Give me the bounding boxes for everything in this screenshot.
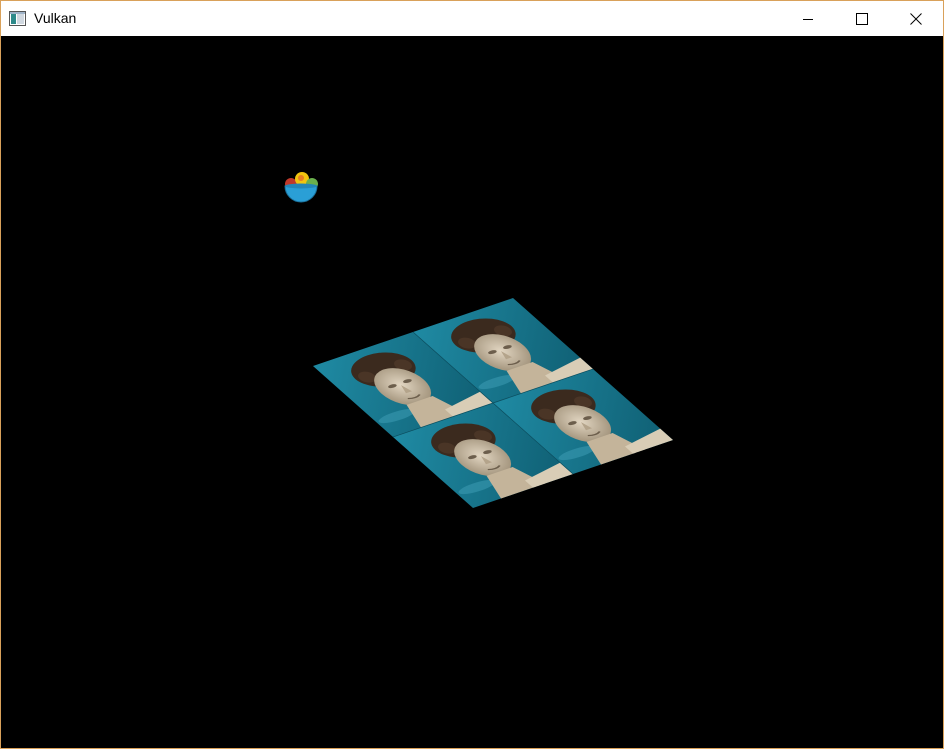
vulkan-window: Vulkan: [0, 0, 944, 749]
minimize-icon: [803, 18, 813, 20]
close-button[interactable]: [889, 1, 943, 36]
window-controls: [781, 1, 943, 36]
textured-plane: [312, 297, 674, 509]
maximize-button[interactable]: [835, 1, 889, 36]
maximize-icon: [856, 12, 868, 25]
app-icon: [9, 10, 27, 27]
title-bar[interactable]: Vulkan: [1, 1, 943, 36]
render-viewport[interactable]: [1, 36, 943, 748]
close-icon: [910, 12, 922, 25]
window-title: Vulkan: [34, 10, 77, 26]
fruit-bowl-icon: [284, 172, 318, 203]
scene-canvas: [284, 172, 674, 509]
minimize-button[interactable]: [781, 1, 835, 36]
